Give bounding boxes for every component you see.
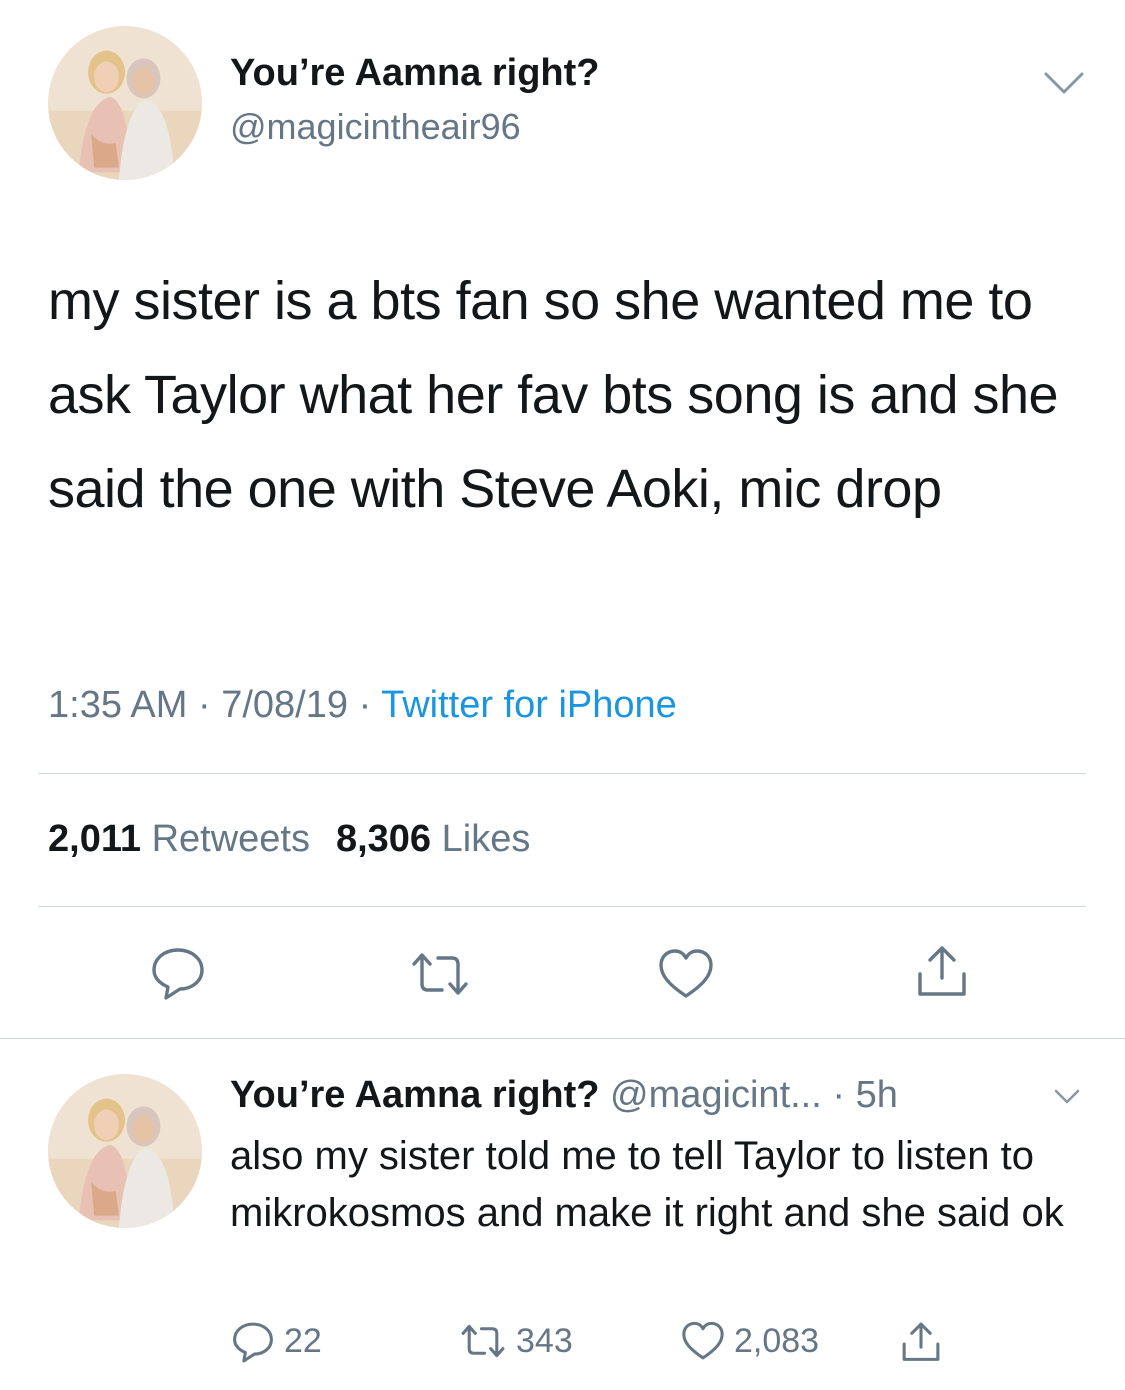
retweet-icon[interactable] xyxy=(408,944,472,1004)
reply-reply-button[interactable]: 22 xyxy=(230,1316,322,1366)
avatar-photo xyxy=(48,26,202,180)
retweet-count: 343 xyxy=(516,1321,573,1360)
reply-author-avatar[interactable] xyxy=(48,1074,202,1228)
reply-retweet-button[interactable]: 343 xyxy=(458,1316,573,1366)
tweet-meta: 1:35 AM · 7/08/19 · Twitter for iPhone xyxy=(48,684,677,727)
heart-icon[interactable] xyxy=(656,944,716,1004)
reply-count: 22 xyxy=(284,1321,322,1360)
tweet-date[interactable]: 7/08/19 xyxy=(221,684,348,726)
retweets-count: 2,011 xyxy=(48,818,141,860)
likes-count: 8,306 xyxy=(335,818,432,860)
reply-bubble-icon[interactable] xyxy=(148,942,208,1002)
reply-age[interactable]: · 5h xyxy=(832,1074,897,1116)
author-display-name[interactable]: You’re Aamna right? xyxy=(230,52,599,95)
reply-bubble-icon xyxy=(230,1318,276,1364)
reply-like-button[interactable]: 2,083 xyxy=(680,1316,819,1366)
author-avatar[interactable] xyxy=(48,26,202,180)
reply-display-name[interactable]: You’re Aamna right? xyxy=(230,1074,599,1116)
retweet-icon xyxy=(458,1318,508,1364)
retweets-label: Retweets xyxy=(151,818,310,860)
avatar-photo xyxy=(48,1074,202,1228)
tweet-source-link[interactable]: Twitter for iPhone xyxy=(381,684,677,726)
tweet-stats: 2,011 Retweets 8,306 Likes xyxy=(48,818,530,861)
tweet-time: 1:35 AM xyxy=(48,684,188,726)
divider xyxy=(38,906,1086,907)
chevron-down-icon[interactable] xyxy=(1040,62,1088,102)
like-count: 2,083 xyxy=(734,1321,820,1360)
reply-header: You’re Aamna right? @magicint... · 5h xyxy=(230,1074,898,1117)
meta-separator: · xyxy=(197,684,211,726)
retweets-stat[interactable]: 2,011 Retweets xyxy=(48,818,310,860)
reply-handle[interactable]: @magicint... xyxy=(610,1074,822,1116)
reply-text: also my sister told me to tell Taylor to… xyxy=(230,1134,1064,1235)
divider xyxy=(0,1038,1125,1039)
meta-separator: · xyxy=(358,684,372,726)
share-icon xyxy=(898,1318,944,1364)
share-icon[interactable] xyxy=(912,940,972,1000)
chevron-down-icon[interactable] xyxy=(1052,1084,1082,1108)
divider xyxy=(38,773,1086,774)
author-handle[interactable]: @magicintheair96 xyxy=(230,106,521,148)
reply-share-button[interactable] xyxy=(898,1316,952,1366)
heart-icon xyxy=(680,1318,726,1364)
tweet-text: my sister is a bts fan so she wanted me … xyxy=(48,271,1059,519)
likes-label: Likes xyxy=(441,818,531,860)
likes-stat[interactable]: 8,306 Likes xyxy=(336,818,530,860)
